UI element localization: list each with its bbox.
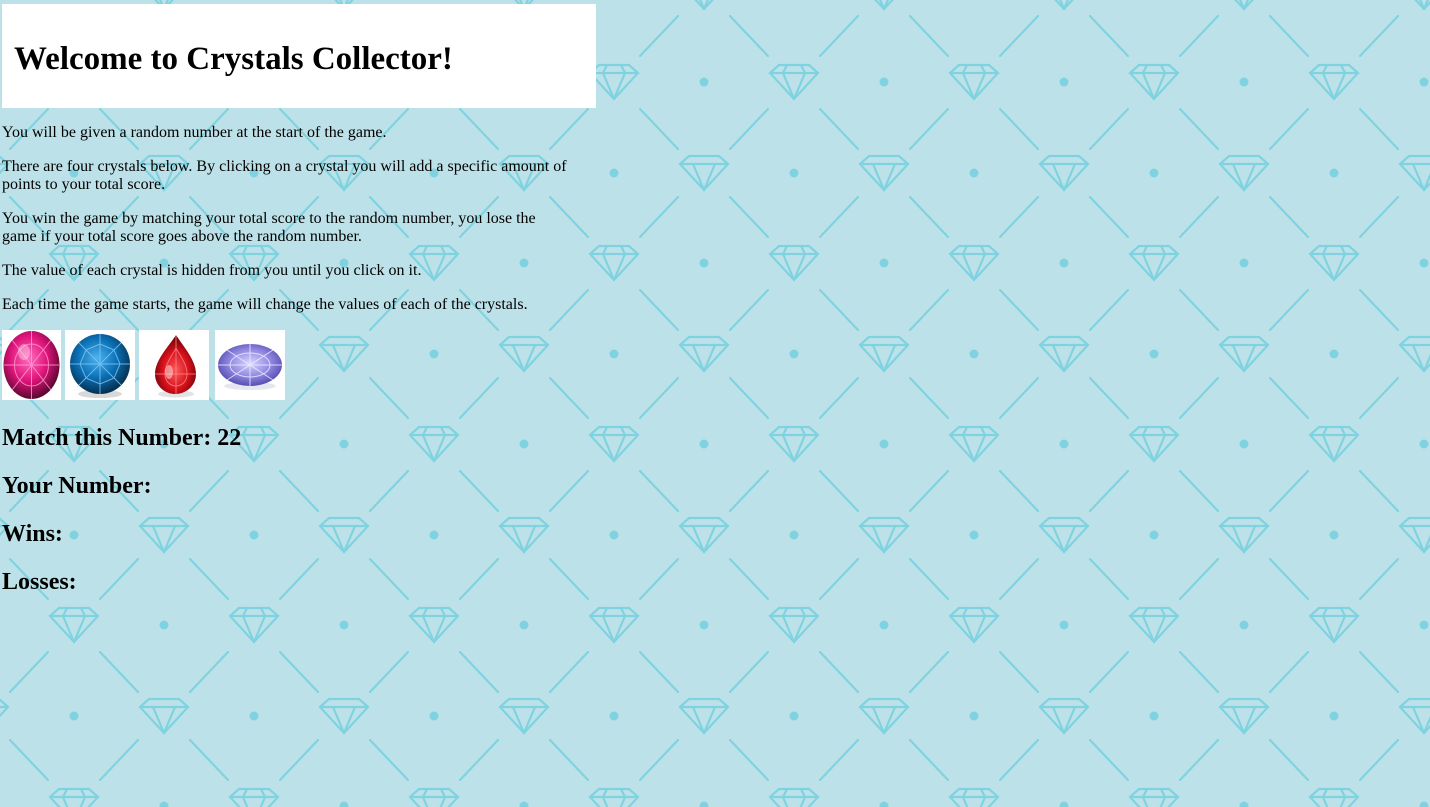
instructions: You will be given a random number at the…: [2, 124, 572, 330]
your-number: Your Number:: [2, 473, 152, 499]
pink-oval-gem-icon: [2, 330, 61, 400]
instruction-text: There are four crystals below. By clicki…: [2, 158, 567, 193]
blue-round-gem-icon: [65, 330, 135, 400]
crystal-button-red[interactable]: [139, 330, 209, 400]
crystal-button-purple[interactable]: [215, 330, 285, 400]
losses-counter: Losses:: [2, 569, 77, 595]
red-pear-gem-icon: [139, 330, 209, 400]
instruction-text: You will be given a random number at the…: [2, 124, 387, 141]
instruction-text: Each time the game starts, the game will…: [2, 296, 528, 313]
diamond-pattern-background: [0, 0, 1430, 807]
page-title: Welcome to Crystals Collector!: [14, 41, 453, 77]
purple-oval-gem-icon: [215, 330, 285, 400]
header-jumbotron: Welcome to Crystals Collector!: [2, 4, 596, 108]
instruction-text: You win the game by matching your total …: [2, 210, 536, 245]
instruction-text: The value of each crystal is hidden from…: [2, 262, 422, 279]
wins-counter: Wins:: [2, 521, 63, 547]
target-number: Match this Number: 22: [2, 425, 242, 451]
crystal-button-blue[interactable]: [65, 330, 135, 400]
crystal-button-pink[interactable]: [2, 330, 61, 400]
